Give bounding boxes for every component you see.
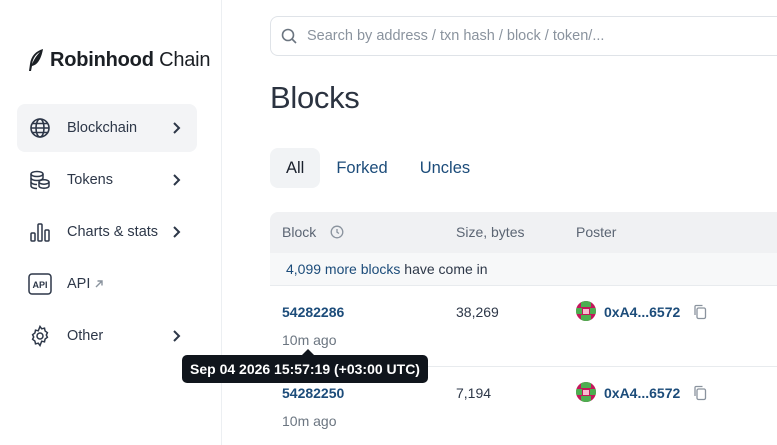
block-size: 38,269: [456, 304, 499, 320]
search-icon: [281, 28, 297, 44]
timestamp-tooltip: Sep 04 2026 15:57:19 (+03:00 UTC): [182, 349, 428, 383]
column-header-poster: Poster: [576, 224, 617, 240]
column-header-size: Size, bytes: [456, 224, 525, 240]
chevron-right-icon: [173, 122, 181, 134]
new-blocks-count[interactable]: 4,099 more blocks: [286, 261, 400, 277]
poster-avatar-icon: [576, 301, 596, 321]
new-blocks-text: have come in: [400, 261, 488, 277]
column-header-block: Block: [282, 224, 317, 240]
sidebar-item-label: API: [67, 276, 91, 292]
sidebar-item-blockchain[interactable]: Blockchain: [17, 104, 197, 152]
sidebar-item-label: Charts & stats: [67, 224, 159, 240]
table-header: Block Size, bytes Poster: [270, 212, 777, 253]
poster-address-link[interactable]: 0xA4...6572: [604, 385, 680, 401]
copy-icon[interactable]: [693, 385, 707, 401]
coin-stack-icon: [28, 168, 52, 192]
tab-forked[interactable]: Forked: [320, 148, 403, 188]
external-link-icon: [95, 280, 104, 288]
chevron-right-icon: [173, 226, 181, 238]
poster-avatar-icon: [576, 382, 596, 402]
clock-icon[interactable]: [330, 225, 344, 239]
sidebar-item-tokens[interactable]: Tokens: [17, 156, 197, 204]
tab-bar: All Forked Uncles: [270, 148, 486, 188]
tab-all[interactable]: All: [270, 148, 321, 188]
sidebar-item-label: Blockchain: [67, 120, 138, 136]
chevron-right-icon: [173, 330, 181, 342]
sidebar-item-charts-stats[interactable]: Charts & stats: [17, 208, 197, 256]
search-input[interactable]: [307, 28, 747, 44]
sidebar-item-other[interactable]: Other: [17, 312, 197, 360]
search-bar[interactable]: [270, 16, 777, 56]
bar-chart-icon: [28, 220, 52, 244]
new-blocks-notice[interactable]: 4,099 more blocks have come in: [270, 253, 777, 286]
chevron-right-icon: [173, 174, 181, 186]
sidebar-item-label: Tokens: [67, 172, 113, 188]
gear-icon: [28, 324, 52, 348]
feather-logo-icon: [29, 49, 43, 71]
block-size: 7,194: [456, 385, 492, 401]
sidebar-item-label: Other: [67, 328, 104, 344]
copy-icon[interactable]: [693, 304, 707, 320]
block-age: 10m ago: [282, 413, 337, 429]
tab-uncles[interactable]: Uncles: [404, 148, 486, 188]
svg-text:API: API: [32, 280, 47, 290]
brand-logo[interactable]: Robinhood Chain: [27, 48, 211, 72]
brand-name: Robinhood Chain: [50, 48, 211, 71]
sidebar-item-api[interactable]: API API: [17, 260, 197, 308]
api-icon: API: [28, 272, 52, 296]
globe-icon: [28, 116, 52, 140]
poster-address-link[interactable]: 0xA4...6572: [604, 304, 680, 320]
page-title: Blocks: [270, 80, 360, 115]
block-number-link[interactable]: 54282250: [282, 385, 344, 401]
block-number-link[interactable]: 54282286: [282, 304, 344, 320]
block-age: 10m ago: [282, 332, 337, 348]
